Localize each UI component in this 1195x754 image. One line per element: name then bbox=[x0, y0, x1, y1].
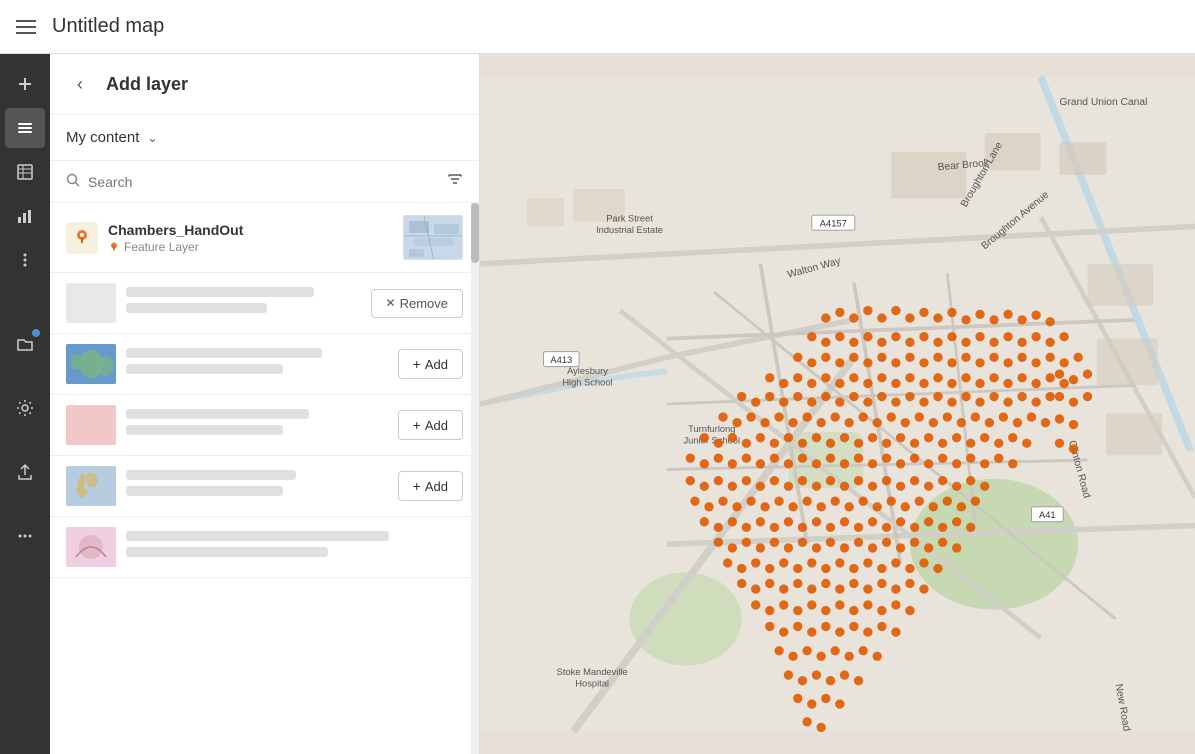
map-area[interactable]: A4157 A413 A41 Bear Brook Broughton Aven… bbox=[480, 54, 1195, 754]
search-icon bbox=[66, 173, 80, 190]
svg-text:Stoke Mandeville: Stoke Mandeville bbox=[557, 667, 628, 677]
content-filter-label: My content bbox=[66, 129, 139, 146]
share-icon-button[interactable] bbox=[5, 452, 45, 492]
layer-thumbnail-small bbox=[66, 527, 116, 567]
list-item: + Add bbox=[50, 456, 479, 517]
layer-text bbox=[126, 348, 388, 380]
x-icon: ✕ bbox=[386, 296, 396, 310]
layer-text bbox=[126, 531, 463, 563]
panel-title: Add layer bbox=[106, 74, 188, 95]
svg-text:High School: High School bbox=[562, 377, 612, 387]
table-icon-button[interactable] bbox=[5, 152, 45, 192]
charts-icon-button[interactable] bbox=[5, 196, 45, 236]
content-filter-row: My content ⌄ bbox=[50, 115, 479, 161]
layer-color-swatch bbox=[66, 283, 116, 323]
filter-icon[interactable] bbox=[447, 171, 463, 192]
list-item: ✕ Remove bbox=[50, 273, 479, 334]
sidebar-icons bbox=[0, 54, 50, 754]
more-dots-button[interactable] bbox=[5, 240, 45, 280]
plus-icon: + bbox=[413, 478, 421, 494]
layer-info: Chambers_HandOut Feature Layer bbox=[108, 222, 393, 254]
layer-thumbnail bbox=[403, 215, 463, 260]
layer-type: Feature Layer bbox=[108, 240, 393, 254]
layer-color-swatch bbox=[66, 405, 116, 445]
settings-icon-button[interactable] bbox=[5, 388, 45, 428]
bottom-more-button[interactable] bbox=[5, 516, 45, 556]
svg-text:A4157: A4157 bbox=[820, 218, 847, 228]
app-header: Untitled map bbox=[0, 0, 1195, 54]
layer-list: Chambers_HandOut Feature Layer bbox=[50, 203, 479, 754]
scroll-track[interactable] bbox=[471, 203, 479, 754]
search-input[interactable] bbox=[88, 174, 439, 190]
featured-layer-item: Chambers_HandOut Feature Layer bbox=[50, 203, 479, 273]
svg-text:Turnfurlong: Turnfurlong bbox=[688, 424, 735, 434]
notification-badge bbox=[32, 329, 40, 337]
back-button[interactable]: ‹ bbox=[66, 70, 94, 98]
svg-text:Park Street: Park Street bbox=[606, 214, 653, 224]
layers-icon-button[interactable] bbox=[5, 108, 45, 148]
layer-thumbnail-small bbox=[66, 344, 116, 384]
layer-name: Chambers_HandOut bbox=[108, 222, 393, 238]
svg-text:A41: A41 bbox=[1039, 510, 1056, 520]
layer-text bbox=[126, 470, 388, 502]
map-svg: A4157 A413 A41 Bear Brook Broughton Aven… bbox=[480, 54, 1195, 754]
plus-icon: + bbox=[413, 356, 421, 372]
layer-pin-icon bbox=[66, 222, 98, 254]
scroll-thumb[interactable] bbox=[471, 203, 479, 263]
search-bar bbox=[50, 161, 479, 203]
content-filter-dropdown[interactable]: My content ⌄ bbox=[66, 129, 157, 146]
svg-text:A413: A413 bbox=[550, 355, 572, 365]
add-icon-button[interactable] bbox=[5, 64, 45, 104]
plus-icon: + bbox=[413, 417, 421, 433]
main-area: ‹ Add layer My content ⌄ bbox=[0, 54, 1195, 754]
add-button[interactable]: + Add bbox=[398, 349, 463, 379]
svg-text:Hospital: Hospital bbox=[575, 678, 609, 688]
list-item: + Add bbox=[50, 395, 479, 456]
svg-text:Grand Union Canal: Grand Union Canal bbox=[1059, 97, 1147, 108]
remove-button[interactable]: ✕ Remove bbox=[371, 289, 463, 318]
add-button[interactable]: + Add bbox=[398, 410, 463, 440]
folder-icon-button[interactable] bbox=[5, 324, 45, 364]
svg-text:Aylesbury: Aylesbury bbox=[567, 366, 608, 376]
chevron-down-icon: ⌄ bbox=[147, 131, 157, 145]
app-title: Untitled map bbox=[52, 15, 164, 38]
layer-text bbox=[126, 409, 388, 441]
hamburger-menu-button[interactable] bbox=[16, 20, 36, 34]
add-button[interactable]: + Add bbox=[398, 471, 463, 501]
layer-thumbnail-small bbox=[66, 466, 116, 506]
panel-header: ‹ Add layer bbox=[50, 54, 479, 115]
svg-text:Industrial Estate: Industrial Estate bbox=[596, 225, 663, 235]
list-item: + Add bbox=[50, 334, 479, 395]
add-layer-panel: ‹ Add layer My content ⌄ bbox=[50, 54, 480, 754]
list-item bbox=[50, 517, 479, 578]
layer-text bbox=[126, 287, 361, 319]
